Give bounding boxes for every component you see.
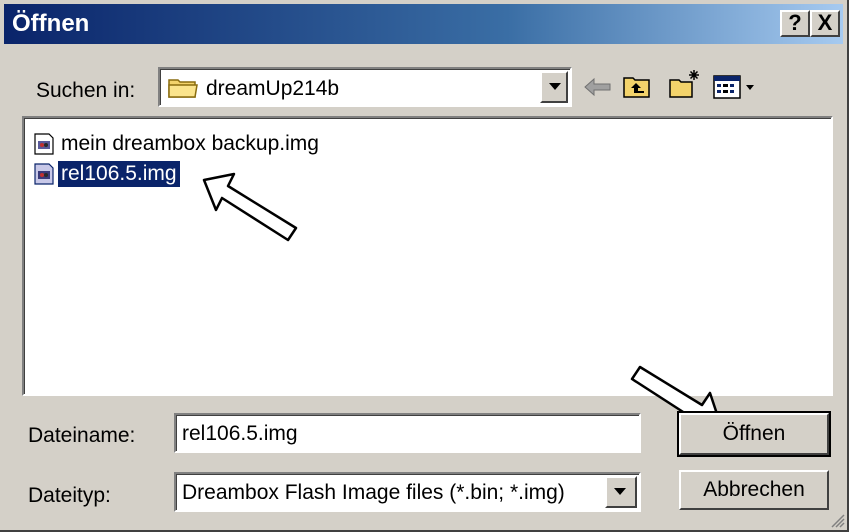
list-item-selected[interactable]: rel106.5.img <box>34 160 180 188</box>
filename-value: rel106.5.img <box>182 422 298 445</box>
close-button[interactable]: X <box>810 10 840 37</box>
open-dialog: Öffnen ? X Suchen in: dreamUp214b mein d… <box>0 0 849 532</box>
filetype-dropdown-arrow[interactable] <box>605 476 637 508</box>
help-button[interactable]: ? <box>780 10 810 37</box>
cancel-button[interactable]: Abbrechen <box>679 470 829 510</box>
resize-grip-icon[interactable] <box>829 512 845 528</box>
image-file-icon <box>34 133 54 155</box>
view-menu-icon[interactable] <box>712 74 764 100</box>
back-arrow-icon[interactable] <box>583 76 613 98</box>
look-in-dropdown[interactable]: dreamUp214b <box>158 67 572 107</box>
look-in-value: dreamUp214b <box>206 77 340 100</box>
filetype-value: Dreambox Flash Image files (*.bin; *.img… <box>182 481 565 504</box>
folder-up-icon[interactable] <box>622 72 652 100</box>
file-name: rel106.5.img <box>58 161 180 187</box>
filetype-dropdown[interactable]: Dreambox Flash Image files (*.bin; *.img… <box>174 472 641 512</box>
filename-label: Dateiname: <box>28 424 136 447</box>
file-name: mein dreambox backup.img <box>61 132 319 155</box>
open-button[interactable]: Öffnen <box>677 411 831 457</box>
new-folder-icon[interactable] <box>668 68 702 100</box>
look-in-dropdown-arrow[interactable] <box>540 71 568 103</box>
folder-icon <box>168 79 198 98</box>
image-file-icon <box>34 163 54 185</box>
filename-input[interactable]: rel106.5.img <box>174 413 641 453</box>
look-in-label: Suchen in: <box>36 79 136 102</box>
annotation-arrow-icon <box>202 172 298 242</box>
list-item[interactable]: mein dreambox backup.img <box>34 130 322 158</box>
title-bar[interactable]: Öffnen ? X <box>4 4 843 44</box>
window-title: Öffnen <box>12 10 90 37</box>
filetype-label: Dateityp: <box>28 484 111 507</box>
file-list[interactable]: mein dreambox backup.img rel106.5.img <box>22 116 833 396</box>
